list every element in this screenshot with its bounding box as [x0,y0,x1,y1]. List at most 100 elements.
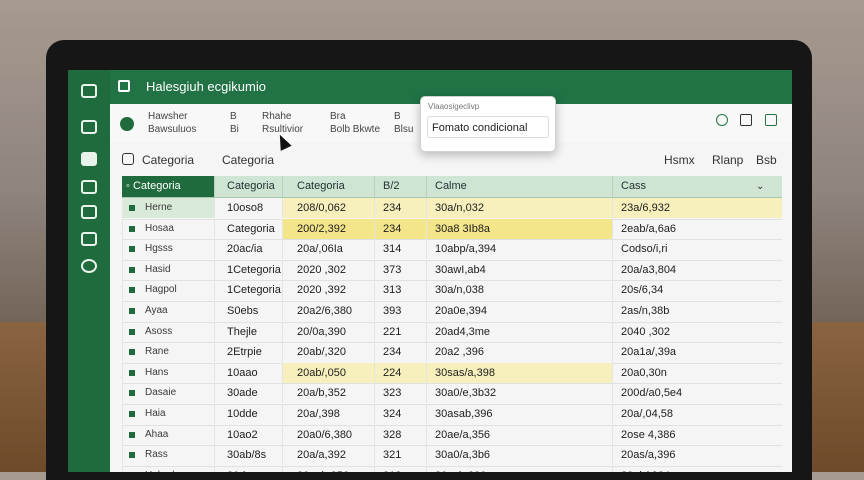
table-cell[interactable]: 30asab,396 [426,404,612,424]
chart-icon[interactable] [81,180,97,194]
table-cell[interactable]: 20as/a,396 [612,445,782,466]
table-cell[interactable]: 30a0/a,3b6 [426,445,612,466]
search-icon[interactable] [81,259,97,273]
table-row[interactable]: Rass 30ab/8s 20a/a,392 321 30a0/a,3b6 20as/a,… [122,445,782,467]
table-cell[interactable]: 30de [214,465,282,472]
table-row[interactable]: Rane 2Etrpie 20ab/,320 234 20a2 ,396 20a1a/,3… [122,342,782,364]
table-cell[interactable]: Haia [122,404,214,424]
filter-icon[interactable] [122,153,134,165]
table-cell[interactable]: 373 [374,259,426,280]
filter-option[interactable]: Hsmx [664,153,695,167]
table-cell[interactable]: 20ac/ia [214,239,282,260]
table-cell[interactable]: 314 [374,239,426,260]
table-row[interactable]: Hohnda30de20aab,35631330sab,39020ab/,324 [122,465,782,472]
table-cell[interactable]: 30ade [214,383,282,404]
table-cell[interactable]: Hohnda [122,465,214,472]
table-icon[interactable] [81,232,97,246]
table-cell[interactable]: 30ab/8s [214,445,282,466]
table-cell[interactable]: 23a/6,932 [612,198,782,218]
table-cell[interactable]: 20a2 ,396 [426,342,612,363]
column-header[interactable]: Categoria [214,176,282,197]
document-icon[interactable] [81,120,97,134]
table-cell[interactable]: 20a/,04,58 [612,404,782,424]
table-cell[interactable]: 234 [374,342,426,363]
table-row[interactable]: Hosaa Categoria 200/2,392 234 30a8 3Ib8a 2eab… [122,218,782,241]
table-row[interactable]: Asoss Thejle 20/0a,390 221 20ad4,3me 2040 ,30… [122,321,782,344]
table-cell[interactable]: Hasid [122,259,214,280]
table-cell[interactable]: 321 [374,445,426,466]
table-cell[interactable]: 2eab/a,6a6 [612,218,782,239]
conditional-format-option[interactable]: Fomato condicional [427,116,549,138]
table-cell[interactable]: 30sas/a,398 [426,362,612,383]
column-header[interactable]: Categoria [282,176,374,197]
filter-category-2[interactable]: Categoria [222,153,274,167]
table-cell[interactable]: 2ose 4,386 [612,424,782,445]
table-cell[interactable]: 30sab,390 [426,465,612,472]
table-row[interactable]: Hasid 1Cetegoria 2020 ,302 373 30awI,ab4 20a/… [122,259,782,282]
table-row[interactable]: Herne 10oso8 208/0,062 234 30a/n,032 23a/6,93… [122,198,782,220]
share-icon[interactable] [765,114,777,126]
table-cell[interactable]: 221 [374,321,426,342]
table-cell[interactable]: Hans [122,362,214,383]
table-cell[interactable]: 20ab/,050 [282,362,374,383]
table-cell[interactable]: 10abp/a,394 [426,239,612,260]
table-cell[interactable]: 1Cetegoria [214,259,282,280]
table-row[interactable]: Hgsss 20ac/ia 20a/,06Ia 314 10abp/a,394 Codso… [122,239,782,261]
table-cell[interactable]: 313 [374,280,426,301]
table-cell[interactable]: 208/0,062 [282,198,374,218]
table-cell[interactable]: 10dde [214,404,282,424]
table-cell[interactable]: 20aab,356 [282,465,374,472]
table-cell[interactable]: 30a/n,038 [426,280,612,301]
table-cell[interactable]: 30a/n,032 [426,198,612,218]
table-cell[interactable]: 323 [374,383,426,404]
table-cell[interactable]: 20ab/,320 [282,342,374,363]
sheet-icon[interactable] [81,84,97,98]
table-cell[interactable]: 20s/6,34 [612,280,782,301]
table-cell[interactable]: 2Etrpie [214,342,282,363]
column-header[interactable]: Calme [426,176,612,197]
table-cell[interactable]: 2as/n,38b [612,301,782,321]
table-cell[interactable]: 234 [374,198,426,218]
table-cell[interactable]: Herne [122,198,214,218]
table-cell[interactable]: 324 [374,404,426,424]
table-cell[interactable]: 234 [374,218,426,239]
table-row[interactable]: Hans 10aao 20ab/,050 224 30sas/a,398 20a0,30n [122,362,782,385]
table-cell[interactable]: 328 [374,424,426,445]
table-cell[interactable]: Categoria [214,218,282,239]
table-cell[interactable]: Ahaa [122,424,214,445]
table-cell[interactable]: Asoss [122,321,214,342]
table-cell[interactable]: 20a/,06Ia [282,239,374,260]
filter-category[interactable]: Categoria [142,153,194,167]
table-cell[interactable]: 20a1a/,39a [612,342,782,363]
excel-icon[interactable] [81,152,97,166]
ribbon-group-1[interactable]: Hawsher Bawsuluos [148,110,196,136]
table-cell[interactable]: 200d/a0,5e4 [612,383,782,404]
table-cell[interactable]: 10oso8 [214,198,282,218]
ribbon-group-2[interactable]: B Bi [230,110,239,136]
filter-option[interactable]: Bsb [756,153,777,167]
table-cell[interactable]: 10ao2 [214,424,282,445]
table-cell[interactable]: 20a2/6,380 [282,301,374,321]
table-cell[interactable]: 224 [374,362,426,383]
table-cell[interactable]: 20a/a3,804 [612,259,782,280]
table-cell[interactable]: 2020 ,302 [282,259,374,280]
table-cell[interactable]: 20ab/,324 [612,465,782,472]
table-cell[interactable]: Ayaa [122,301,214,321]
table-cell[interactable]: 30a8 3Ib8a [426,218,612,239]
table-cell[interactable]: 20/0a,390 [282,321,374,342]
table-cell[interactable]: 20a/,398 [282,404,374,424]
table-row[interactable]: Hagpol 1Cetegoria 2020 ,392 313 30a/n,038 20s… [122,280,782,302]
table-cell[interactable]: Codso/i,ri [612,239,782,260]
chevron-icon[interactable]: ⌄ [756,181,764,192]
table-cell[interactable]: 20a0,30n [612,362,782,383]
table-cell[interactable]: 1Cetegoria [214,280,282,301]
table-cell[interactable]: 20a0/6,380 [282,424,374,445]
window-icon[interactable] [740,114,752,126]
table-cell[interactable]: Rane [122,342,214,363]
table-cell[interactable]: 20ad4,3me [426,321,612,342]
table-cell[interactable]: 20a0e,394 [426,301,612,321]
table-row[interactable]: Dasaie 30ade 20a/b,352 323 30a0/e,3b32 200d/a… [122,383,782,405]
table-cell[interactable]: 313 [374,465,426,472]
table-cell[interactable]: 30awI,ab4 [426,259,612,280]
ribbon-group-4[interactable]: Bra Bolb Bkwte [330,110,380,136]
